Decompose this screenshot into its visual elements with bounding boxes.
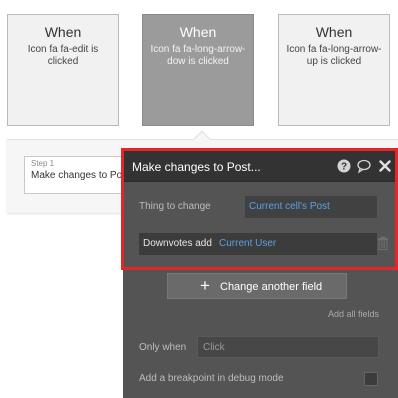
only-when-label: Only when <box>139 342 187 353</box>
thing-to-change-input[interactable]: Current cell's Post <box>245 196 377 218</box>
event-description: Icon fa fa-edit is clicked <box>27 44 99 67</box>
downvotes-field-row[interactable]: Downvotes add Current User <box>139 233 377 255</box>
thing-to-change-label: Thing to change <box>139 201 211 212</box>
downvotes-field-label: Downvotes add <box>143 238 212 249</box>
close-icon[interactable] <box>378 159 392 173</box>
only-when-row: Only when Click <box>139 336 379 358</box>
panel-title: Make changes to Post... <box>132 160 261 174</box>
action-properties-panel: Make changes to Post... ? Thing to chang… <box>123 150 398 398</box>
thing-to-change-value: Current cell's Post <box>249 201 330 212</box>
event-description: Icon fa fa-long-arrow-up is clicked <box>286 44 382 67</box>
change-another-field-button[interactable]: + Change another field <box>167 273 347 299</box>
comment-icon[interactable] <box>357 159 371 173</box>
help-icon[interactable]: ? <box>337 159 351 173</box>
only-when-placeholder: Click <box>203 342 225 353</box>
breakpoint-checkbox[interactable] <box>364 372 378 386</box>
plus-icon: + <box>200 276 210 295</box>
event-title: When <box>315 24 353 40</box>
step-number: Step 1 <box>31 159 55 168</box>
event-card-edit-clicked[interactable]: When Icon fa fa-edit is clicked <box>7 14 119 126</box>
event-description: Icon fa fa-long-arrow-dow is clicked <box>150 44 246 67</box>
change-another-field-label: Change another field <box>220 281 323 293</box>
breakpoint-label: Add a breakpoint in debug mode <box>139 373 284 384</box>
add-all-fields-link[interactable]: Add all fields <box>328 309 379 319</box>
downvotes-field-value[interactable]: Current User <box>219 238 276 249</box>
event-card-arrow-up-clicked[interactable]: When Icon fa fa-long-arrow-up is clicked <box>278 14 390 126</box>
event-title: When <box>179 24 217 40</box>
event-title: When <box>44 24 82 40</box>
thing-to-change-row: Thing to change Current cell's Post <box>139 196 379 218</box>
only-when-input[interactable]: Click <box>197 336 379 358</box>
svg-text:?: ? <box>341 162 347 173</box>
panel-header: Make changes to Post... ? <box>123 150 398 182</box>
trash-icon[interactable] <box>377 236 389 250</box>
event-card-arrow-down-clicked[interactable]: When Icon fa fa-long-arrow-dow is clicke… <box>142 14 254 126</box>
